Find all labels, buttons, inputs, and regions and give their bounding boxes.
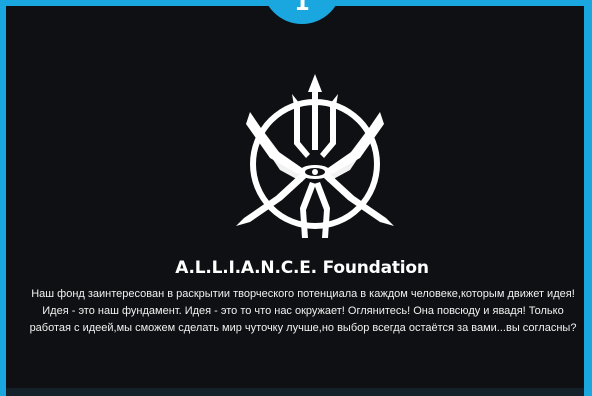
- bottom-divider: [6, 388, 584, 396]
- foundation-card: 1 A.L.L.I.A.N.C.E. Foundation Наш фонд з…: [0, 0, 592, 396]
- foundation-title: A.L.L.I.A.N.C.E. Foundation: [175, 258, 429, 278]
- description-line: Наш фонд заинтересован в раскрытии творч…: [31, 288, 575, 300]
- description-line: Идея - это наш фундамент. Идея - это то …: [42, 305, 564, 317]
- number-badge: 1: [262, 0, 342, 24]
- alliance-emblem-icon: [236, 74, 394, 238]
- description-line: работая с идеей,мы сможем сделать мир чу…: [29, 322, 577, 334]
- foundation-description: Наш фонд заинтересован в раскрытии творч…: [20, 286, 586, 337]
